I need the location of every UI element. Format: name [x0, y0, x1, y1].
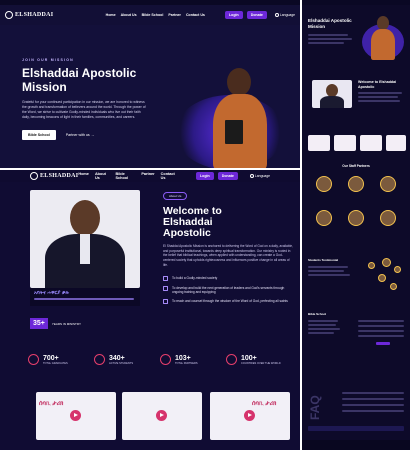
language-selector[interactable]: Language [249, 174, 270, 178]
side-pastor-photo [312, 80, 352, 108]
mission-item: To build a Godly-minded society [163, 275, 293, 281]
menu-partner[interactable]: Partner [168, 13, 181, 17]
login-button[interactable]: Login [195, 172, 214, 180]
globe-icon [249, 174, 254, 178]
side-video-2[interactable] [334, 135, 356, 151]
play-icon[interactable] [156, 410, 167, 421]
checkbox-icon [163, 275, 168, 281]
staff-avatar [316, 210, 332, 226]
hero-text-block: JOIN OUR MISSION Elshaddai Apostolic Mis… [22, 58, 162, 140]
menu-about[interactable]: About Us [95, 172, 110, 180]
testimonial-avatar [390, 283, 397, 290]
stat-students: 340+ ACTIVE STUDENTS [94, 354, 133, 365]
logo-emblem-icon [30, 172, 38, 180]
side-video-4[interactable] [386, 135, 406, 151]
menu-about[interactable]: About Us [121, 13, 137, 17]
years-label: YEARS IN MINISTRY [51, 321, 81, 326]
side-newsletter[interactable] [308, 426, 404, 431]
donate-button[interactable]: Donate [217, 172, 238, 180]
hero-woman-photo [205, 60, 275, 168]
menu-bible-school[interactable]: Bible School [142, 13, 164, 17]
hero-navbar: ELSHADDAI Home About Us Bible School Par… [0, 5, 300, 25]
play-icon[interactable] [244, 410, 255, 421]
hero-menu: Home About Us Bible School Partner Conta… [106, 13, 205, 17]
menu-contact[interactable]: Contact Us [186, 13, 205, 17]
menu-home[interactable]: Home [78, 172, 89, 180]
years-badge: 35+ YEARS IN MINISTRY [30, 318, 82, 329]
menu-bible-school[interactable]: Bible School [116, 172, 136, 180]
mission-item: To reach and counsel through the wisdom … [163, 299, 293, 305]
welcome-section: ELSHADDAI Home About Us Bible School Par… [0, 170, 300, 450]
hero-logo[interactable]: ELSHADDAI [5, 11, 53, 19]
staff-avatar [348, 176, 364, 192]
main-navbar: ELSHADDAI Home About Us Bible School Par… [0, 170, 300, 182]
play-icon[interactable] [70, 410, 81, 421]
globe-icon [274, 13, 279, 17]
side-bible-title: Bible School [308, 312, 327, 316]
testimonial-avatar [368, 262, 375, 269]
about-badge: About Us [163, 191, 188, 201]
language-label: Language [279, 13, 295, 17]
language-label: Language [254, 174, 270, 178]
side-video-3[interactable] [360, 135, 382, 151]
side-faq-label: FAQ [308, 395, 322, 420]
hero-section: ELSHADDAI Home About Us Bible School Par… [0, 0, 300, 168]
language-selector[interactable]: Language [274, 13, 295, 17]
bible-school-button[interactable]: Bible School [22, 130, 56, 140]
pastor-caption: አባትና ሐዋርያ ቃሉ [30, 288, 140, 306]
side-testimonial-title: Students Testimonial [308, 258, 339, 262]
testimonial-avatar [382, 258, 391, 267]
testimonial-avatar [394, 266, 401, 273]
stat-graduates: 700+ TOTAL GRADUATES [28, 354, 68, 365]
logo-emblem-icon [5, 11, 13, 19]
checkbox-icon [163, 299, 168, 305]
partners-icon [160, 354, 171, 365]
partner-link[interactable]: Partner with us → [66, 133, 95, 137]
main-logo[interactable]: ELSHADDAI [30, 172, 78, 180]
logo-text: ELSHADDAI [15, 12, 54, 18]
welcome-title: Welcome to Elshaddai Apostolic [163, 205, 222, 239]
menu-contact[interactable]: Contact Us [161, 172, 178, 180]
side-partners-title: Our Staff Partners [342, 164, 370, 168]
side-woman-photo [362, 10, 404, 60]
stat-partners: 103+ TOTAL PARTNERS [160, 354, 198, 365]
main-menu: Home About Us Bible School Partner Conta… [78, 172, 178, 180]
hero-paragraph: Grateful for your continued participatio… [22, 100, 146, 119]
video-thumbnail-2[interactable] [122, 392, 202, 440]
side-footer [302, 440, 410, 450]
years-number: 35+ [30, 318, 48, 329]
mission-item: To develop and build the next generation… [163, 285, 293, 295]
hero-title: Elshaddai Apostolic Mission [22, 66, 137, 94]
video-thumbnail-3[interactable]: ሰባኪ ታሪክ [210, 392, 290, 440]
hero-kicker: JOIN OUR MISSION [22, 58, 74, 62]
graduation-icon [28, 354, 39, 365]
side-video-1[interactable] [308, 135, 330, 151]
student-icon [94, 354, 105, 365]
welcome-paragraph: El Shaddai Apostolic Mission is anchored… [163, 244, 293, 267]
menu-partner[interactable]: Partner [141, 172, 154, 180]
checkbox-icon [163, 285, 168, 291]
login-button[interactable]: Login [224, 11, 243, 19]
side-title: Elshaddai Apostolic Mission [308, 18, 352, 29]
staff-avatar [316, 176, 332, 192]
video-thumbnail-1[interactable]: ሰባኪ ታሪክ [36, 392, 116, 440]
staff-avatar [380, 210, 396, 226]
donate-button[interactable]: Donate [246, 11, 267, 19]
menu-home[interactable]: Home [106, 13, 116, 17]
side-page-preview: Elshaddai Apostolic Mission Welcome to E… [302, 0, 410, 450]
globe-icon [226, 354, 237, 365]
staff-avatar [348, 210, 364, 226]
staff-avatar [380, 176, 396, 192]
side-welcome: Welcome to Elshaddai Apostolic [358, 80, 397, 89]
logo-text: ELSHADDAI [40, 173, 79, 179]
side-submit-button[interactable] [376, 342, 390, 345]
pastor-photo [30, 190, 140, 288]
stat-countries: 100+ COUNTRIES OVER THE WORLD [226, 354, 281, 365]
testimonial-avatar [378, 274, 386, 282]
